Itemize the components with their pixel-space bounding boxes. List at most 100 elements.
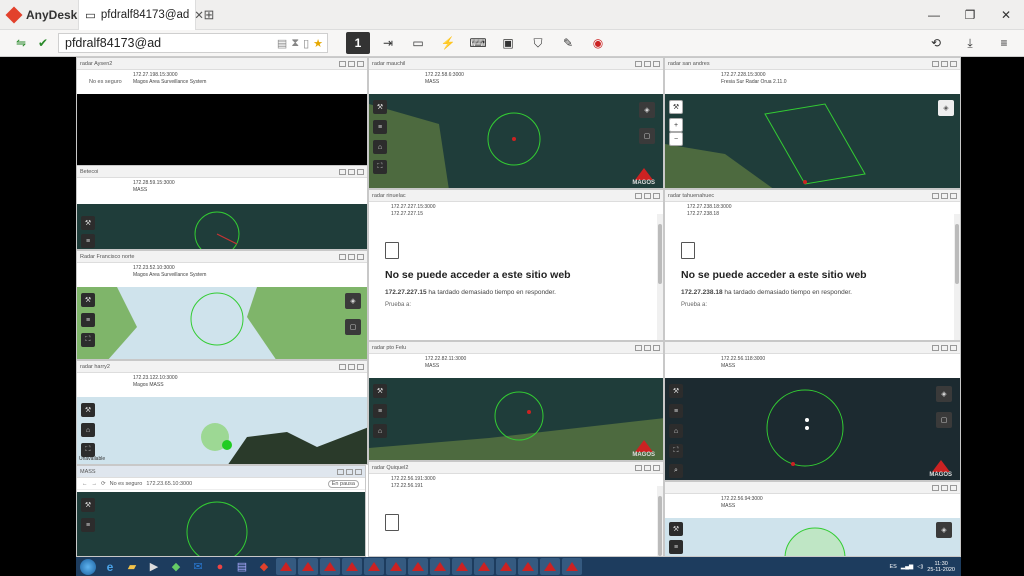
remote-desktop-view[interactable]: radar Aysen2 172.27.198.15:3000 Magos Are… bbox=[76, 57, 961, 557]
radar-map[interactable] bbox=[77, 492, 365, 556]
download-icon[interactable]: ⤓ bbox=[958, 32, 982, 54]
clock[interactable]: 11:30 25-11-2020 bbox=[927, 561, 955, 573]
back-icon[interactable]: ← bbox=[82, 481, 88, 487]
list-icon[interactable]: ≡ bbox=[669, 540, 683, 554]
magos-task-5[interactable] bbox=[364, 558, 384, 575]
list-icon[interactable]: ≡ bbox=[373, 120, 387, 134]
maps-icon[interactable]: ◆ bbox=[166, 558, 186, 575]
wrench-icon[interactable]: ⚒ bbox=[81, 293, 95, 307]
privacy-icon[interactable]: ⛉ bbox=[526, 32, 550, 54]
list-icon[interactable]: ≡ bbox=[81, 313, 95, 327]
wrench-icon[interactable]: ⚒ bbox=[669, 100, 683, 114]
chat-icon[interactable]: ▭ bbox=[406, 32, 430, 54]
fullscreen-icon[interactable]: ⛶ bbox=[81, 443, 95, 457]
layers-icon[interactable]: ◈ bbox=[345, 293, 361, 309]
page-url[interactable]: 172.23.65.10:3000 bbox=[146, 481, 192, 487]
magos-task-7[interactable] bbox=[408, 558, 428, 575]
magos-task-13[interactable] bbox=[540, 558, 560, 575]
hourglass-icon[interactable]: ⧗ bbox=[291, 37, 299, 50]
language-indicator[interactable]: ES bbox=[890, 564, 897, 570]
teams-icon[interactable]: ▤ bbox=[232, 558, 252, 575]
magos-task-14[interactable] bbox=[562, 558, 582, 575]
magos-task-9[interactable] bbox=[452, 558, 472, 575]
browser-window-mauchil[interactable]: radar mauchil 172.22.58.6:3000 MASS ⚒ ≡ ⌂… bbox=[368, 57, 664, 189]
chrome-icon[interactable]: ● bbox=[210, 558, 230, 575]
layers-icon[interactable]: ◈ bbox=[936, 386, 952, 402]
browser-window-betecoi[interactable]: Betecoi 172.28.59.15:3000 MASS ⚒ ≡ bbox=[76, 165, 368, 250]
magos-task-6[interactable] bbox=[386, 558, 406, 575]
wrench-icon[interactable]: ⚒ bbox=[373, 384, 387, 398]
radar-map[interactable] bbox=[77, 204, 367, 249]
chat-small-icon[interactable]: ▤ bbox=[277, 37, 287, 50]
list-icon[interactable]: ≡ bbox=[81, 518, 95, 532]
wrench-icon[interactable]: ⚒ bbox=[81, 403, 95, 417]
radar-map[interactable] bbox=[665, 94, 960, 188]
new-tab-button[interactable]: ⊞ bbox=[196, 0, 222, 30]
fullscreen-icon[interactable]: ⛶ bbox=[373, 160, 387, 174]
home-icon[interactable]: ⌂ bbox=[373, 140, 387, 154]
outlook-icon[interactable]: ✉ bbox=[188, 558, 208, 575]
browser-window-radar-118[interactable]: 172.22.56.118:3000 MASS ⚒ ≡ ⌂ ⛶ ⌕ ◈ ▢ MAG… bbox=[664, 341, 961, 481]
magos-task-11[interactable] bbox=[496, 558, 516, 575]
layers-icon[interactable]: ◈ bbox=[936, 522, 952, 538]
fullscreen-icon[interactable]: ⛶ bbox=[81, 333, 95, 347]
wrench-icon[interactable]: ⚒ bbox=[669, 522, 683, 536]
actions-icon[interactable]: ⚡ bbox=[436, 32, 460, 54]
browser-window-mass[interactable]: MASS ← → ⟳ No es seguro 172.23.65.10:300… bbox=[76, 465, 366, 557]
radar-map[interactable] bbox=[77, 287, 367, 359]
radar-map[interactable] bbox=[77, 397, 367, 464]
browser-window-radar-94[interactable]: 172.22.56.94:3000 MASS ⚒ ≡ ◈ bbox=[664, 481, 961, 557]
magos-task-3[interactable] bbox=[320, 558, 340, 575]
wrench-icon[interactable]: ⚒ bbox=[81, 216, 95, 230]
radar-map[interactable] bbox=[665, 378, 960, 480]
start-button[interactable] bbox=[78, 558, 98, 575]
network-icon[interactable]: ▂▄▆ bbox=[901, 564, 913, 570]
close-window-button[interactable]: ✕ bbox=[988, 0, 1024, 30]
window-icon[interactable]: ▢ bbox=[345, 319, 361, 335]
magos-task-10[interactable] bbox=[474, 558, 494, 575]
minimize-button[interactable]: — bbox=[916, 0, 952, 30]
home-icon[interactable]: ⌂ bbox=[81, 423, 95, 437]
session-tab[interactable]: ▭ pfdralf84173@ad ✕ bbox=[78, 0, 204, 30]
window-icon[interactable]: ▢ bbox=[639, 128, 655, 144]
volume-icon[interactable]: ◁) bbox=[917, 564, 923, 570]
record-icon[interactable]: ◉ bbox=[586, 32, 610, 54]
menu-icon[interactable]: ≡ bbox=[992, 32, 1016, 54]
browser-window-san-andres[interactable]: radar san andres 172.27.228.15:3000 Fresi… bbox=[664, 57, 961, 189]
browser-window-pto-felu[interactable]: radar pto Felu 172.22.82.11:3000 MASS ⚒ ≡… bbox=[368, 341, 664, 461]
fullscreen-icon[interactable]: ⛶ bbox=[669, 444, 683, 458]
scrollbar[interactable] bbox=[954, 214, 960, 340]
restore-button[interactable]: ❐ bbox=[952, 0, 988, 30]
magos-task-12[interactable] bbox=[518, 558, 538, 575]
browser-window-rinuelac[interactable]: radar rinuelac 172.27.227.15:3000 172.27.… bbox=[368, 189, 664, 341]
star-icon[interactable]: ★ bbox=[313, 37, 323, 50]
search-icon[interactable]: ⌕ bbox=[669, 464, 683, 478]
window-icon[interactable]: ▢ bbox=[936, 412, 952, 428]
magos-task-1[interactable] bbox=[276, 558, 296, 575]
wrench-icon[interactable]: ⚒ bbox=[81, 498, 95, 512]
browser-window-tahuenahuec[interactable]: radar tahuenahuec 172.27.238.18:3000 172.… bbox=[664, 189, 961, 341]
zoom-out-button[interactable]: − bbox=[669, 132, 683, 146]
layers-icon[interactable]: ◈ bbox=[639, 102, 655, 118]
browser-window-quiquel2[interactable]: radar Quiquel2 172.22.56.191:3000 172.22.… bbox=[368, 461, 664, 557]
radar-map[interactable] bbox=[369, 94, 663, 188]
magos-task-8[interactable] bbox=[430, 558, 450, 575]
whiteboard-icon[interactable]: ✎ bbox=[556, 32, 580, 54]
browser-window-harry2[interactable]: radar harry2 172.23.122.10:3000 Magos MAS… bbox=[76, 360, 368, 465]
home-icon[interactable]: ⌂ bbox=[373, 424, 387, 438]
reload-icon[interactable]: ⟳ bbox=[101, 481, 106, 487]
radar-map[interactable] bbox=[77, 94, 367, 166]
zoom-in-button[interactable]: + bbox=[669, 118, 683, 132]
scrollbar[interactable] bbox=[657, 214, 663, 340]
monitor-select-button[interactable]: 1 bbox=[346, 32, 370, 54]
radar-map[interactable] bbox=[665, 518, 960, 556]
anydesk-taskbar-icon[interactable]: ◆ bbox=[254, 558, 274, 575]
forward-icon[interactable]: → bbox=[92, 481, 98, 487]
ie-icon[interactable]: e bbox=[100, 558, 120, 575]
explorer-icon[interactable]: ▰ bbox=[122, 558, 142, 575]
magos-task-4[interactable] bbox=[342, 558, 362, 575]
keyboard-icon[interactable]: ⌨ bbox=[466, 32, 490, 54]
media-icon[interactable]: ▶ bbox=[144, 558, 164, 575]
browser-window-francisco[interactable]: Radar Francisco norte 172.23.52.10:3000 M… bbox=[76, 250, 368, 360]
mouse-icon[interactable]: ▯ bbox=[303, 37, 309, 50]
